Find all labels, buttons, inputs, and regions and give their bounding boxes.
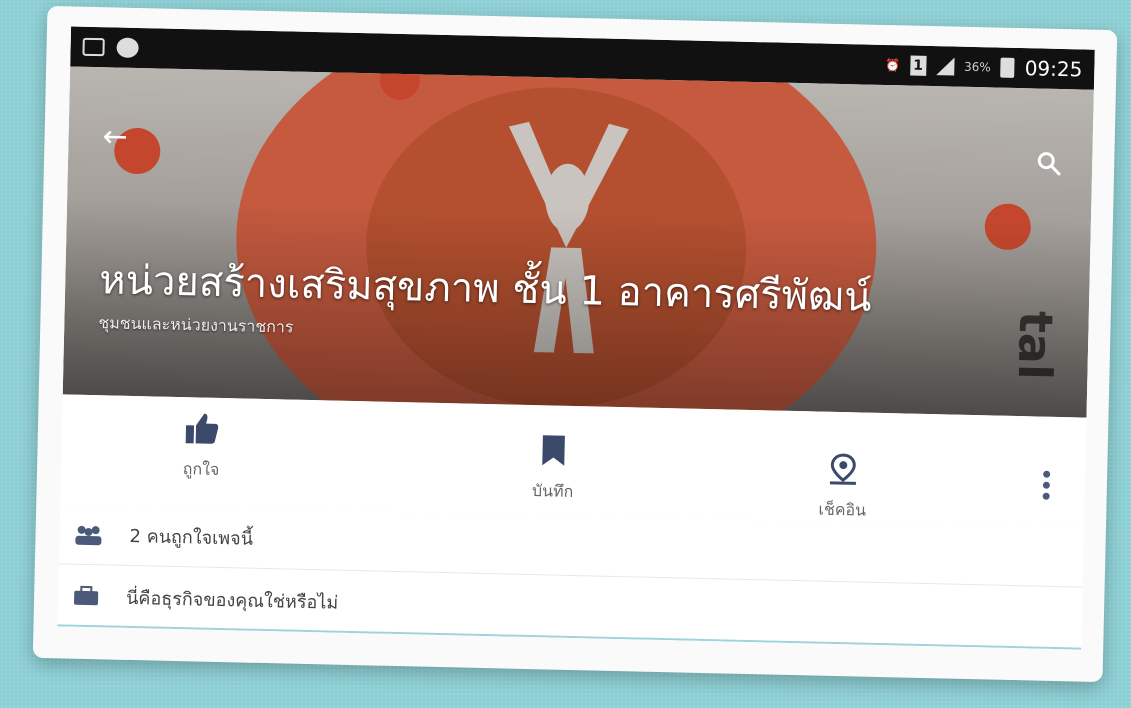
battery-icon xyxy=(1000,57,1015,78)
back-arrow-icon: ← xyxy=(102,119,129,155)
like-button[interactable]: ถูกใจ xyxy=(131,410,273,484)
alarm-icon: ⏰ xyxy=(884,57,901,73)
likes-count-text: 2 คนถูกใจเพจนี้ xyxy=(129,525,254,550)
claim-business-text: นี่คือธุรกิจของคุณใช่หรือไม่ xyxy=(125,587,339,614)
bookmark-icon xyxy=(542,435,565,466)
cover-shade xyxy=(62,66,1094,418)
people-icon xyxy=(75,525,102,545)
search-icon xyxy=(1037,152,1061,176)
battery-percent: 36% xyxy=(963,59,991,75)
search-button[interactable] xyxy=(1036,150,1063,181)
image-icon xyxy=(82,37,105,57)
check-in-button[interactable]: เช็คอิน xyxy=(772,451,914,525)
more-vertical-icon xyxy=(1041,470,1052,500)
chat-icon xyxy=(116,37,139,59)
clock: 09:25 xyxy=(1024,56,1083,82)
back-button[interactable]: ← xyxy=(102,119,128,155)
sim-icon: 1 xyxy=(909,55,927,76)
cover-photo: tal ← หน่วยสร้างเสริมสุขภาพ ชั้น 1 อาคาร… xyxy=(62,66,1094,418)
status-bar-left xyxy=(82,37,139,59)
signal-icon xyxy=(935,57,955,76)
screenshot-card: ⏰ 1 36% 09:25 tal ← xyxy=(32,5,1118,683)
like-icon xyxy=(185,413,219,444)
briefcase-icon xyxy=(74,585,99,606)
more-options-button[interactable] xyxy=(1040,467,1051,504)
status-bar-right: ⏰ 1 36% 09:25 xyxy=(885,53,1083,81)
like-label: ถูกใจ xyxy=(182,459,220,479)
phone-screen: ⏰ 1 36% 09:25 tal ← xyxy=(57,26,1095,650)
check-in-icon xyxy=(829,453,856,485)
page-category: ชุมชนและหน่วยงานราชการ xyxy=(98,313,294,337)
save-label: บันทึก xyxy=(531,481,574,501)
save-button[interactable]: บันทึก xyxy=(482,432,624,506)
